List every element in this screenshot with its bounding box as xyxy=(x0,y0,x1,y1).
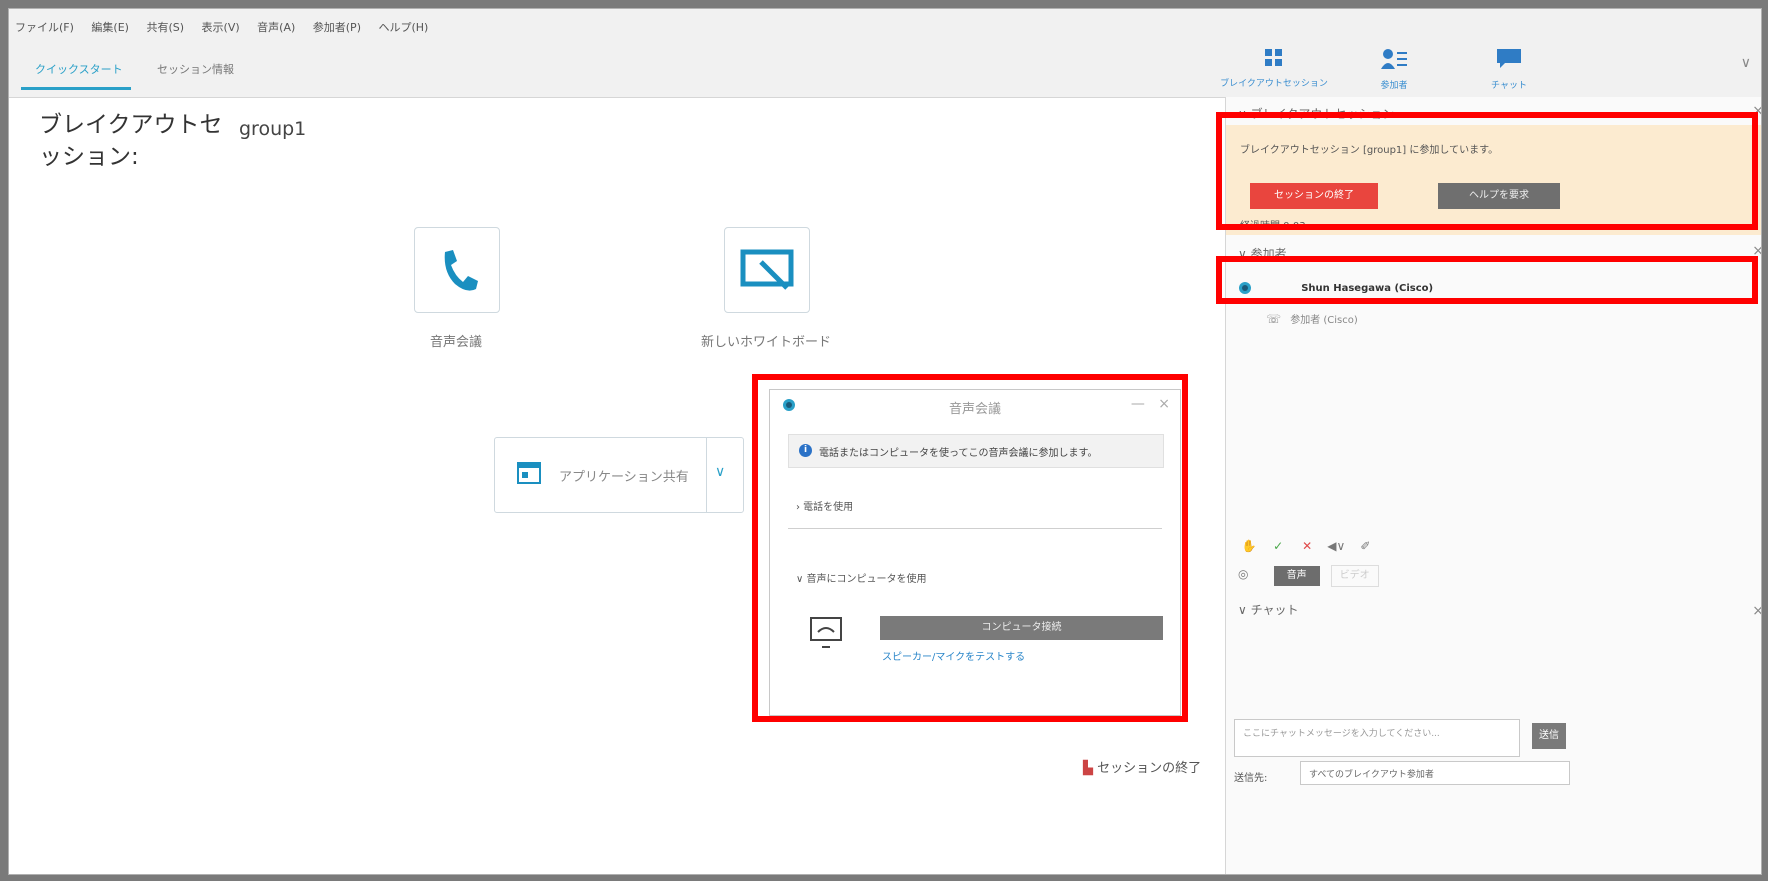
phone-icon xyxy=(444,250,478,291)
menu-bar: ファイル(F) 編集(E) 共有(S) 表示(V) 音声(A) 参加者(P) ヘ… xyxy=(9,9,1761,39)
participants-section-header[interactable]: ∨ 参加者 xyxy=(1238,245,1287,262)
info-banner: i 電話またはコンピュータを使ってこの音声会議に参加します。 xyxy=(788,434,1164,468)
new-whiteboard-label: 新しいホワイトボード xyxy=(700,335,831,350)
dialog-header: 音声会議 — × xyxy=(770,390,1180,422)
participant-status-icon xyxy=(1239,282,1251,294)
chat-bubble-icon xyxy=(1497,49,1521,68)
group-name: group1 xyxy=(239,118,307,140)
tab-session-info[interactable]: セッション情報 xyxy=(157,61,234,77)
menu-help[interactable]: ヘルプ(H) xyxy=(378,19,428,35)
send-button[interactable]: 送信 xyxy=(1532,723,1566,749)
participant-name: 参加者 (Cisco) xyxy=(1290,315,1358,326)
video-button[interactable]: ビデオ xyxy=(1330,565,1379,587)
audio-conference-tile[interactable] xyxy=(414,227,500,313)
end-session-link[interactable]: ▙ セッションの終了 xyxy=(1083,757,1201,776)
close-icon[interactable]: × xyxy=(1158,396,1170,412)
dialog-divider xyxy=(788,528,1162,529)
whiteboard-icon xyxy=(740,249,794,290)
active-tab-indicator xyxy=(21,87,131,90)
menu-edit[interactable]: 編集(E) xyxy=(91,19,129,35)
audio-video-row: ◎ 音声 ビデオ xyxy=(1238,563,1379,587)
menu-participant[interactable]: 参加者(P) xyxy=(313,19,361,35)
eraser-icon[interactable]: ✐ xyxy=(1354,539,1376,557)
elapsed-time: 経過時間 0:03 xyxy=(1240,221,1306,232)
menu-audio[interactable]: 音声(A) xyxy=(257,19,295,35)
speaker-icon[interactable]: ◀∨ xyxy=(1325,539,1347,557)
participant-toolbar: ✋ ✓ ✕ ◀∨ ✐ xyxy=(1238,535,1378,557)
computer-audio-icon xyxy=(810,617,842,648)
breakout-session-label: ブレイクアウトセッション xyxy=(1220,79,1328,89)
right-panel: ∨ ブレイクアウトセッション × ブレイクアウトセッション [group1] に… xyxy=(1225,97,1761,874)
dialog-title: 音声会議 xyxy=(948,402,1001,417)
use-phone-option[interactable]: › 電話を使用 xyxy=(796,498,853,513)
app-share-button[interactable]: アプリケーション共有 ∨ xyxy=(494,437,744,513)
exit-icon: ▙ xyxy=(1083,761,1093,776)
request-help-button[interactable]: ヘルプを要求 xyxy=(1438,183,1560,209)
app-window: ファイル(F) 編集(E) 共有(S) 表示(V) 音声(A) 参加者(P) ヘ… xyxy=(8,8,1762,875)
breakout-title: ブレイクアウトセッション: xyxy=(39,112,223,170)
chevron-down-icon[interactable]: ∨ xyxy=(715,464,725,480)
breakout-alert: ブレイクアウトセッション [group1] に参加しています。 セッションの終了… xyxy=(1226,125,1761,235)
raise-hand-icon[interactable]: ✋ xyxy=(1238,539,1260,557)
audio-conference-dialog: 音声会議 — × i 電話またはコンピュータを使ってこの音声会議に参加します。 … xyxy=(769,389,1181,716)
chat-input[interactable]: ここにチャットメッセージを入力してください... xyxy=(1234,719,1520,757)
use-computer-option[interactable]: ∨ 音声にコンピュータを使用 xyxy=(796,570,927,585)
close-icon[interactable]: × xyxy=(1752,243,1761,259)
app-share-divider xyxy=(706,438,707,512)
phone-icon: ☏ xyxy=(1266,312,1282,326)
send-to-select[interactable]: すべてのブレイクアウト参加者 xyxy=(1300,761,1570,785)
participant-name: Shun Hasegawa (Cisco) xyxy=(1301,283,1434,294)
info-icon: i xyxy=(799,444,812,457)
menu-view[interactable]: 表示(V) xyxy=(202,19,240,35)
menu-share[interactable]: 共有(S) xyxy=(146,19,184,35)
tab-bar: クイックスタート セッション情報 ブレイクアウトセッション 参加者 チャット ∨ xyxy=(9,39,1761,98)
new-whiteboard-tile[interactable] xyxy=(724,227,810,313)
chat-label: チャット xyxy=(1491,81,1527,91)
list-item[interactable]: Shun Hasegawa (Cisco) xyxy=(1238,281,1433,295)
participants-label: 参加者 xyxy=(1380,81,1408,91)
end-session-button[interactable]: セッションの終了 xyxy=(1250,183,1378,209)
breakout-grid-icon xyxy=(1265,49,1282,66)
close-icon[interactable]: × xyxy=(1752,103,1761,119)
checkmark-icon[interactable]: ✓ xyxy=(1267,539,1289,557)
breakout-session-button[interactable]: ブレイクアウトセッション xyxy=(1219,39,1329,97)
info-text: 電話またはコンピュータを使ってこの音声会議に参加します。 xyxy=(819,448,1098,459)
close-icon[interactable]: × xyxy=(1752,603,1761,619)
list-item[interactable]: ☏ 参加者 (Cisco) xyxy=(1266,311,1358,326)
settings-icon[interactable]: ◎ xyxy=(1238,567,1248,581)
minimize-icon[interactable]: — xyxy=(1131,396,1145,412)
breakout-message: ブレイクアウトセッション [group1] に参加しています。 xyxy=(1240,145,1499,156)
test-speaker-mic-link[interactable]: スピーカー/マイクをテストする xyxy=(882,648,1025,663)
x-icon[interactable]: ✕ xyxy=(1296,539,1318,557)
page-title: ブレイクアウトセッション: group1 xyxy=(39,109,306,173)
audio-conference-label: 音声会議 xyxy=(429,335,482,350)
breakout-section-header[interactable]: ∨ ブレイクアウトセッション xyxy=(1238,105,1394,122)
chat-section-header[interactable]: ∨ チャット xyxy=(1238,601,1298,618)
app-window-icon xyxy=(517,462,541,484)
participants-icon xyxy=(1381,49,1407,69)
chat-button[interactable]: チャット xyxy=(1454,39,1564,97)
send-to-label: 送信先: xyxy=(1234,773,1268,784)
app-share-label: アプリケーション共有 xyxy=(559,470,689,485)
toolbar-more-chevron-icon[interactable]: ∨ xyxy=(1741,55,1751,71)
tab-quick-start[interactable]: クイックスタート xyxy=(35,61,123,77)
voice-button[interactable]: 音声 xyxy=(1273,566,1320,586)
end-session-label: セッションの終了 xyxy=(1097,761,1202,776)
menu-file[interactable]: ファイル(F) xyxy=(15,19,74,35)
connect-computer-button[interactable]: コンピュータ接続 xyxy=(880,616,1163,640)
participants-button[interactable]: 参加者 xyxy=(1339,39,1449,97)
